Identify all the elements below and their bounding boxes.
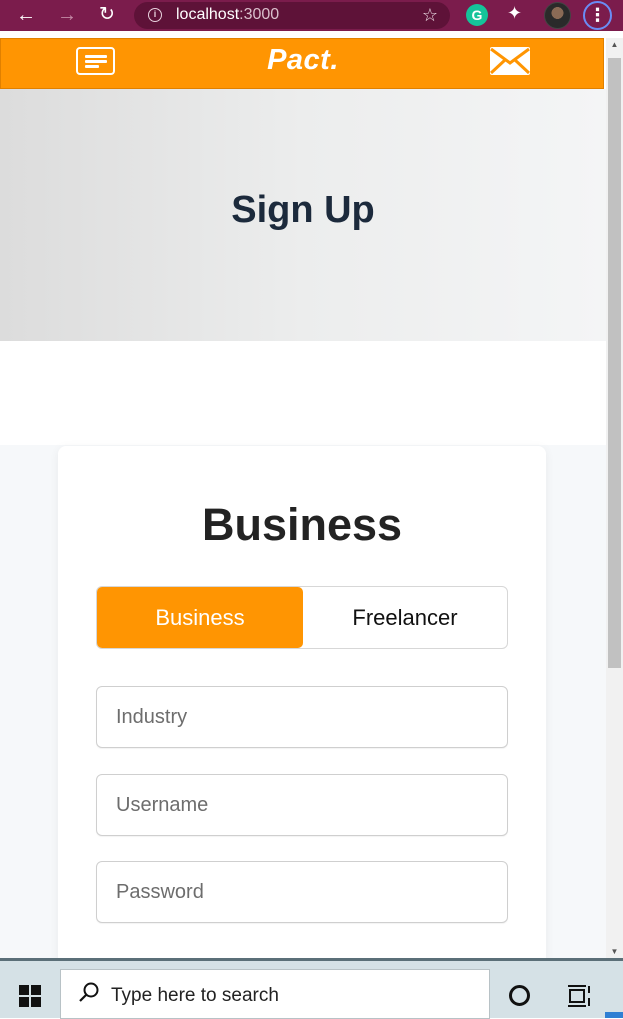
search-icon [77,981,101,1005]
windows-taskbar: Type here to search [0,958,623,1019]
taskbar-search-placeholder: Type here to search [111,985,279,1006]
signup-card: Business Business Freelancer [58,446,546,958]
industry-field[interactable] [96,686,508,748]
password-input[interactable] [97,862,507,922]
url-port: :3000 [239,6,280,23]
freelancer-toggle-button[interactable]: Freelancer [302,587,508,648]
page-title: Sign Up [231,189,375,231]
site-navbar: Pact. [0,38,604,89]
page-scrollbar[interactable]: ▲ ▼ [606,38,623,958]
cortana-icon[interactable] [509,985,530,1006]
profile-avatar[interactable] [544,2,571,29]
url-text: localhost:3000 [176,6,279,24]
form-title: Business [201,499,403,550]
back-arrow-icon[interactable]: ← [14,4,38,26]
extensions-puzzle-icon[interactable]: ✦ [507,3,522,24]
taskbar-accent-bar [605,1012,623,1018]
reload-icon[interactable]: ↻ [95,4,119,26]
site-info-icon[interactable]: i [148,8,162,22]
taskbar-search-box[interactable]: Type here to search [60,969,490,1019]
page-viewport: Pact. Sign Up Business Business Freelanc… [0,38,606,958]
address-bar[interactable]: i localhost:3000 ☆ [134,2,450,29]
username-input[interactable] [97,775,507,835]
business-toggle-button[interactable]: Business [97,587,303,648]
url-host: localhost [176,6,240,23]
hero-banner: Sign Up [0,89,606,341]
password-field[interactable] [96,861,508,923]
bookmark-star-icon[interactable]: ☆ [422,5,438,26]
account-type-toggle: Business Freelancer [96,586,508,649]
windows-start-icon[interactable] [19,985,41,1007]
username-field[interactable] [96,774,508,836]
scroll-down-arrow-icon[interactable]: ▼ [606,947,623,956]
forward-arrow-icon[interactable]: → [55,4,79,26]
browser-toolbar: ← → ↻ i localhost:3000 ☆ G ✦ ⋮ [0,0,623,31]
task-view-icon[interactable] [568,985,592,1007]
scroll-up-arrow-icon[interactable]: ▲ [606,40,623,49]
mail-icon[interactable] [490,47,530,75]
grammarly-extension-icon[interactable]: G [466,4,488,26]
browser-menu-icon[interactable]: ⋮ [583,1,612,30]
scrollbar-thumb[interactable] [608,58,621,668]
industry-input[interactable] [97,687,507,747]
